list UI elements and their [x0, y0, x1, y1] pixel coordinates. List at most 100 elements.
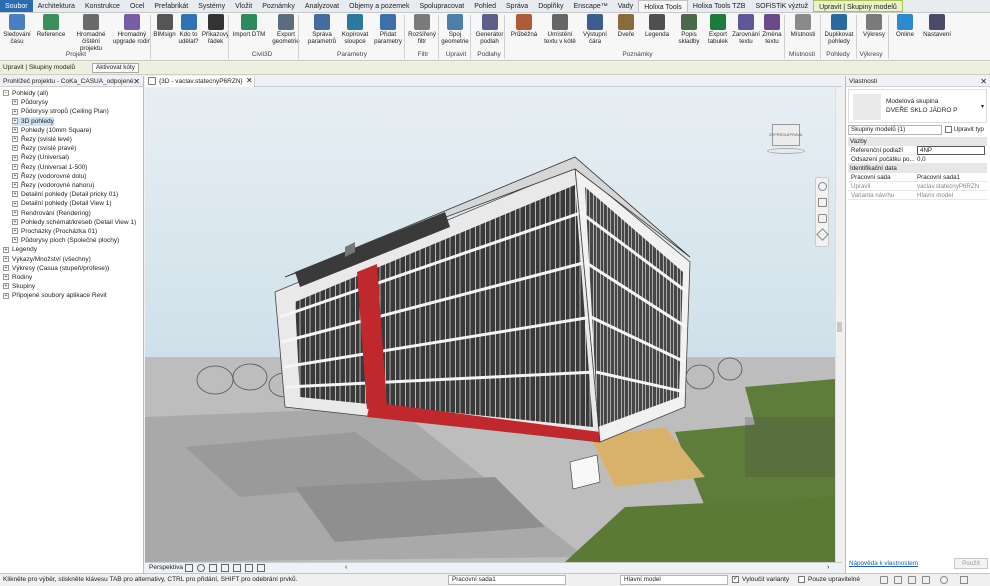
zoom-icon[interactable]	[818, 214, 827, 223]
tree-item[interactable]: + Skupiny	[3, 282, 35, 291]
expand-icon[interactable]: +	[12, 99, 18, 106]
tree-item[interactable]: + Výkazy/Množství (všechny)	[3, 255, 91, 264]
expand-icon[interactable]: +	[12, 191, 18, 198]
tree-item[interactable]: + Pohledy schémat/kreseb (Detail View 1)	[12, 218, 136, 227]
steering-wheel-icon[interactable]	[818, 182, 827, 191]
ribbon-button-20[interactable]: Legenda	[641, 14, 673, 38]
tab-4[interactable]: Ocel	[125, 0, 149, 12]
tab-20[interactable]: Upravit | Skupiny modelů	[813, 0, 903, 12]
property-row[interactable]: Odsazení počátku po... 0,0	[848, 155, 987, 164]
expand-icon[interactable]: +	[3, 246, 9, 253]
ribbon-button-17[interactable]: Umístění textu v kótě	[542, 14, 578, 45]
tab-3[interactable]: Konstrukce	[80, 0, 125, 12]
orbit-icon[interactable]	[816, 228, 829, 241]
property-value[interactable]: Hlavní model	[917, 191, 953, 200]
expand-icon[interactable]: +	[3, 255, 9, 262]
ribbon-button-4[interactable]: Hromadný upgrade rodin	[112, 14, 152, 45]
tab-9[interactable]: Analyzovat	[300, 0, 344, 12]
viewcube[interactable]: ZEPŘEDU ZPRAVA	[767, 122, 805, 154]
property-section-header[interactable]: Vazby	[848, 137, 987, 146]
tab-8[interactable]: Poznámky	[257, 0, 300, 12]
ribbon-button-21[interactable]: Popis skladby	[675, 14, 703, 45]
shadows-icon[interactable]	[209, 564, 217, 572]
ribbon-button-3[interactable]: Hromadné čištění projektu	[72, 14, 110, 52]
tree-item[interactable]: + Půdorysy	[12, 98, 48, 107]
tree-item[interactable]: + Připojené soubory aplikace Revit	[3, 291, 107, 300]
expand-icon[interactable]: +	[12, 136, 18, 143]
expand-icon[interactable]: +	[12, 182, 18, 189]
select-by-face-icon[interactable]	[922, 576, 930, 584]
ribbon-button-2[interactable]: Reference	[34, 14, 68, 38]
expand-icon[interactable]: +	[12, 237, 18, 244]
ribbon-button-12[interactable]: Přidat parametry	[372, 14, 404, 45]
ribbon-button-6[interactable]: Kdo to udělal?	[178, 14, 199, 45]
viewport-scrollbar[interactable]	[835, 87, 842, 562]
property-value[interactable]: Pracovní sada1	[917, 173, 960, 182]
property-section-header[interactable]: Identifikační data	[848, 164, 987, 173]
hide-isolate-icon[interactable]	[245, 564, 253, 572]
workset-select[interactable]: Pracovní sada1	[448, 575, 566, 585]
ribbon-button-10[interactable]: Správa parametrů	[306, 14, 338, 45]
tree-item[interactable]: + Rodiny	[3, 273, 32, 282]
tree-item[interactable]: + Legendy	[3, 245, 37, 254]
tab-7[interactable]: Vložit	[230, 0, 257, 12]
instance-filter-select[interactable]: Skupiny modelů (1)	[848, 125, 942, 135]
tab-12[interactable]: Pohled	[469, 0, 501, 12]
expand-icon[interactable]: +	[12, 173, 18, 180]
expand-icon[interactable]: +	[12, 108, 18, 115]
pan-icon[interactable]	[818, 198, 827, 207]
expand-icon[interactable]: +	[12, 127, 18, 134]
tab-6[interactable]: Systémy	[193, 0, 230, 12]
tree-item[interactable]: +3D pohledy	[12, 116, 54, 126]
property-value[interactable]: vaclav.statecnyP6RZN	[917, 182, 979, 191]
tree-item[interactable]: + Detailní pohledy (Detail pricky 01)	[12, 190, 118, 199]
view-tab[interactable]: {3D - vaclav.statecnyP6RZN} ✕	[145, 76, 255, 87]
render-icon[interactable]	[221, 564, 229, 572]
tree-item[interactable]: + Procházky (Procházka 01)	[12, 227, 97, 236]
ribbon-button-11[interactable]: Kopírovat sloupce	[340, 14, 370, 45]
reveal-hidden-icon[interactable]	[257, 564, 265, 572]
close-view-icon[interactable]: ✕	[246, 76, 253, 86]
type-selector[interactable]: Modelová skupina DVEŘE SKLO JÁDRO P ▾	[848, 89, 987, 123]
property-row[interactable]: Upravil vaclav.statecnyP6RZN	[848, 182, 987, 191]
3d-viewport[interactable]: ZEPŘEDU ZPRAVA	[145, 87, 835, 562]
expand-icon[interactable]: +	[12, 154, 18, 161]
select-underlay-icon[interactable]	[894, 576, 902, 584]
expand-icon[interactable]: +	[3, 292, 9, 299]
ribbon-button-22[interactable]: Export tabulek	[705, 14, 731, 45]
edit-type-button[interactable]: Upravit typ	[945, 125, 984, 135]
expand-icon[interactable]: +	[3, 283, 9, 290]
close-icon[interactable]: ✕	[133, 76, 140, 87]
select-links-icon[interactable]	[880, 576, 888, 584]
ribbon-button-27[interactable]: Výkresy	[858, 14, 890, 38]
filter-icon[interactable]	[960, 576, 968, 584]
expand-icon[interactable]: +	[12, 145, 18, 152]
tab-13[interactable]: Správa	[501, 0, 533, 12]
tab-15[interactable]: Enscape™	[569, 0, 613, 12]
ribbon-button-14[interactable]: Spoj geometrie	[440, 14, 470, 45]
expand-icon[interactable]: +	[3, 265, 9, 272]
ribbon-button-19[interactable]: Dveře	[613, 14, 639, 38]
tree-item[interactable]: + Řezy (svislé pravé)	[12, 144, 76, 153]
expand-icon[interactable]: +	[12, 209, 18, 216]
tree-item[interactable]: − Pohledy (all)	[3, 89, 48, 98]
tree-item[interactable]: + Řezy (vodorovné nahoru)	[12, 181, 94, 190]
ribbon-button-16[interactable]: Průběžná	[508, 14, 540, 38]
ribbon-button-1[interactable]: Sledování času	[2, 14, 32, 45]
tree-item[interactable]: + Řezy (Universal 1-500)	[12, 163, 87, 172]
activate-dimensions-button[interactable]: Aktivovat kóty	[92, 63, 139, 73]
exclude-variants-checkbox[interactable]: ✓	[732, 576, 739, 583]
tree-item[interactable]: + Detailní pohledy (Detail View 1)	[12, 199, 112, 208]
tab-11[interactable]: Spolupracovat	[414, 0, 469, 12]
scroll-right-icon[interactable]: ›	[827, 564, 829, 571]
ribbon-button-24[interactable]: Změna textu	[760, 14, 784, 45]
drag-elements-icon[interactable]	[940, 576, 948, 584]
tab-1[interactable]: Soubor	[0, 0, 33, 12]
ribbon-button-8[interactable]: Import DTM	[232, 14, 266, 38]
tree-item[interactable]: + Výkresy (Casua (stupeň/profese))	[3, 264, 109, 273]
tree-item[interactable]: + Půdorysy stropů (Ceiling Plan)	[12, 107, 109, 116]
tab-17[interactable]: Holixa Tools	[638, 0, 688, 12]
select-pinned-icon[interactable]	[908, 576, 916, 584]
properties-help-link[interactable]: Nápověda k vlastnostem	[849, 560, 918, 567]
tree-item[interactable]: + Rendrování (Rendering)	[12, 209, 91, 218]
